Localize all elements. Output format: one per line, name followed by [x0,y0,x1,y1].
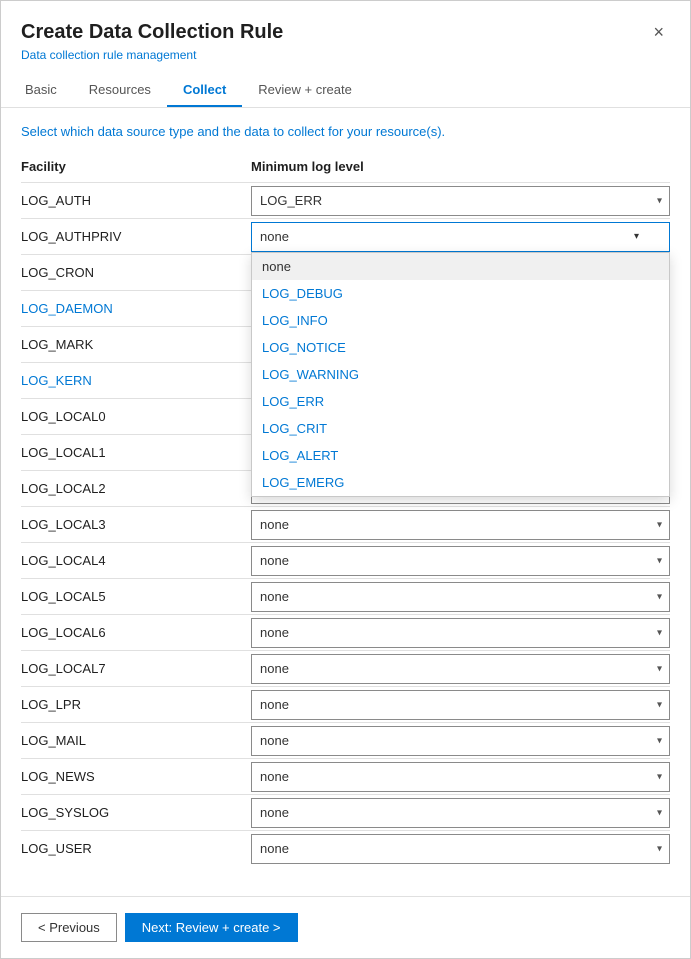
col-facility-header: Facility [21,159,251,174]
facility-row-log-local5: LOG_LOCAL5 none ▾ [21,578,670,614]
facility-row-log-syslog: LOG_SYSLOG none ▾ [21,794,670,830]
tab-resources[interactable]: Resources [73,74,167,107]
facility-name-log-local7: LOG_LOCAL7 [21,655,251,682]
dialog-subtitle: Data collection rule management [21,48,670,62]
facility-row-log-authpriv: LOG_AUTHPRIV none ▾ none LOG_DEBUG LOG_I… [21,218,670,254]
facility-row-log-auth: LOG_AUTH LOG_ERR ▾ [21,182,670,218]
option-log-warning[interactable]: LOG_WARNING [252,361,669,388]
facility-name-log-news: LOG_NEWS [21,763,251,790]
selected-value-label: none [260,229,289,244]
facility-name-log-authpriv: LOG_AUTHPRIV [21,223,251,250]
open-dropdown-log-authpriv: none ▾ none LOG_DEBUG LOG_INFO LOG_NOTIC… [251,222,670,252]
dropdown-log-local6[interactable]: none [251,618,670,648]
dropdown-log-lpr[interactable]: none [251,690,670,720]
dropdown-log-local5[interactable]: none [251,582,670,612]
facility-name-log-local2: LOG_LOCAL2 [21,475,251,502]
next-button[interactable]: Next: Review + create > [125,913,298,942]
col-loglevel-header: Minimum log level [251,159,670,174]
facility-name-log-daemon: LOG_DAEMON [21,295,251,322]
tab-collect[interactable]: Collect [167,74,242,107]
dropdown-input-log-authpriv[interactable]: none ▾ [251,222,670,252]
option-log-info[interactable]: LOG_INFO [252,307,669,334]
facility-name-log-local0: LOG_LOCAL0 [21,403,251,430]
facility-row-log-local7: LOG_LOCAL7 none ▾ [21,650,670,686]
previous-button[interactable]: < Previous [21,913,117,942]
dropdown-wrapper-log-syslog: none ▾ [251,798,670,828]
title-row: Create Data Collection Rule × [21,21,670,44]
facility-row-log-lpr: LOG_LPR none ▾ [21,686,670,722]
dropdown-wrapper-log-local7: none ▾ [251,654,670,684]
dropdown-log-local4[interactable]: none [251,546,670,576]
dropdown-wrapper-log-local4: none ▾ [251,546,670,576]
dropdown-wrapper-log-local6: none ▾ [251,618,670,648]
option-log-debug[interactable]: LOG_DEBUG [252,280,669,307]
facility-row-log-local6: LOG_LOCAL6 none ▾ [21,614,670,650]
option-log-crit[interactable]: LOG_CRIT [252,415,669,442]
dialog-footer: < Previous Next: Review + create > [1,896,690,958]
option-none[interactable]: none [252,253,669,280]
dropdown-wrapper-log-user: none ▾ [251,834,670,864]
facility-name-log-local4: LOG_LOCAL4 [21,547,251,574]
facility-name-log-cron: LOG_CRON [21,259,251,286]
dropdown-wrapper-log-mail: none ▾ [251,726,670,756]
option-log-err[interactable]: LOG_ERR [252,388,669,415]
dialog-header: Create Data Collection Rule × Data colle… [1,1,690,108]
dropdown-log-user[interactable]: none [251,834,670,864]
facility-row-log-news: LOG_NEWS none ▾ [21,758,670,794]
dropdown-log-news[interactable]: none [251,762,670,792]
tab-review-create[interactable]: Review + create [242,74,368,107]
dropdown-log-mail[interactable]: none [251,726,670,756]
facility-name-log-local6: LOG_LOCAL6 [21,619,251,646]
facility-name-log-lpr: LOG_LPR [21,691,251,718]
facility-row-log-mail: LOG_MAIL none ▾ [21,722,670,758]
dropdown-log-local3[interactable]: none [251,510,670,540]
dialog-body: Select which data source type and the da… [1,108,690,896]
dropdown-wrapper-log-local3: none ▾ [251,510,670,540]
tab-basic[interactable]: Basic [21,74,73,107]
tab-bar: Basic Resources Collect Review + create [21,74,670,107]
chevron-up-icon: ▾ [634,231,639,242]
option-log-notice[interactable]: LOG_NOTICE [252,334,669,361]
close-button[interactable]: × [647,21,670,43]
dialog-title: Create Data Collection Rule [21,21,283,44]
facility-row-log-local4: LOG_LOCAL4 none ▾ [21,542,670,578]
facility-name-log-local5: LOG_LOCAL5 [21,583,251,610]
facility-name-log-auth: LOG_AUTH [21,187,251,214]
dropdown-wrapper-log-lpr: none ▾ [251,690,670,720]
dropdown-log-syslog[interactable]: none [251,798,670,828]
dialog: Create Data Collection Rule × Data colle… [0,0,691,959]
dropdown-log-auth[interactable]: LOG_ERR [251,186,670,216]
dropdown-wrapper-log-local5: none ▾ [251,582,670,612]
facility-name-log-mail: LOG_MAIL [21,727,251,754]
facility-row-log-local3: LOG_LOCAL3 none ▾ [21,506,670,542]
dropdown-wrapper-log-auth: LOG_ERR ▾ [251,186,670,216]
dropdown-menu-log-authpriv: none LOG_DEBUG LOG_INFO LOG_NOTICE LOG_W… [251,252,670,497]
page-description: Select which data source type and the da… [21,124,670,139]
facility-name-log-mark: LOG_MARK [21,331,251,358]
facility-row-log-user: LOG_USER none ▾ [21,830,670,866]
facility-name-log-syslog: LOG_SYSLOG [21,799,251,826]
dropdown-wrapper-log-news: none ▾ [251,762,670,792]
dropdown-log-local7[interactable]: none [251,654,670,684]
option-log-emerg[interactable]: LOG_EMERG [252,469,669,496]
table-header: Facility Minimum log level [21,155,670,178]
facility-name-log-local3: LOG_LOCAL3 [21,511,251,538]
facility-name-log-local1: LOG_LOCAL1 [21,439,251,466]
option-log-alert[interactable]: LOG_ALERT [252,442,669,469]
facility-name-log-kern: LOG_KERN [21,367,251,394]
facility-name-log-user: LOG_USER [21,835,251,862]
